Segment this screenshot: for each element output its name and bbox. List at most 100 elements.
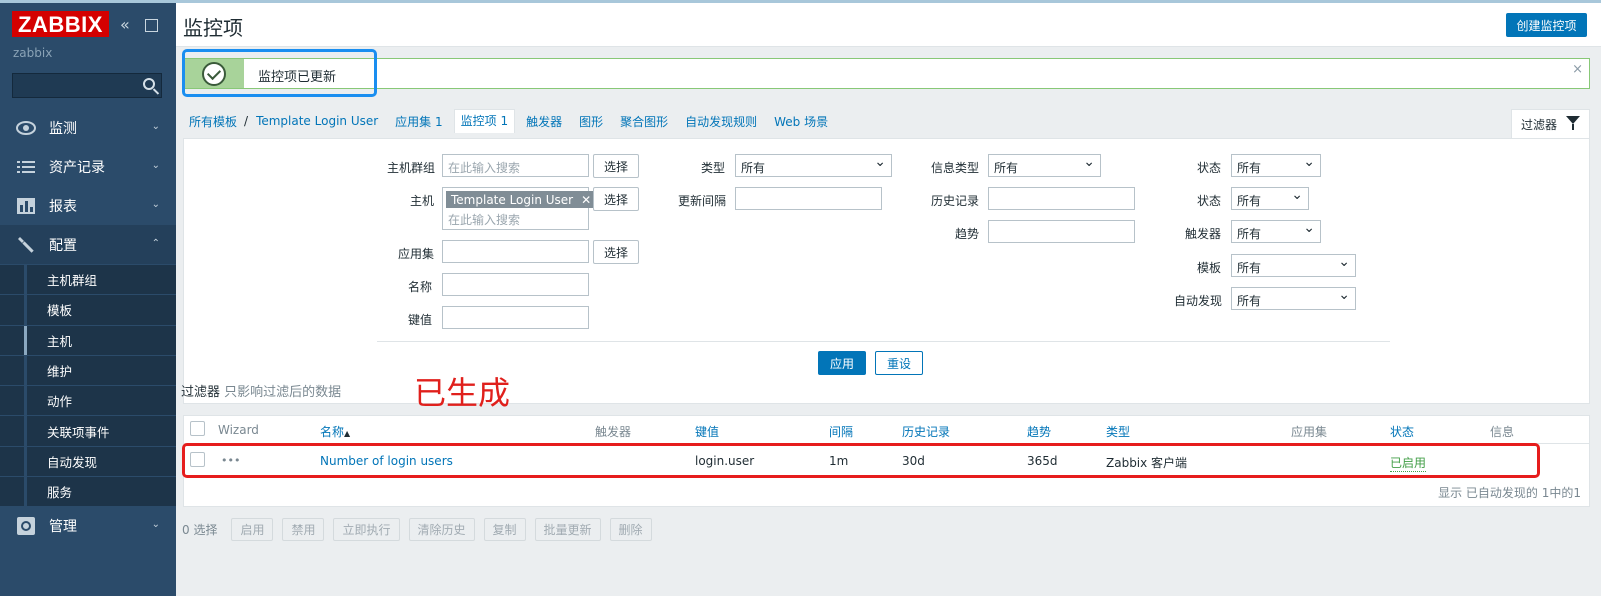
menu-inventory[interactable]: 资产记录 ⌄ [0, 147, 176, 186]
row-highlight-frame [182, 443, 1540, 478]
filter-tab-label: 过滤器 [1521, 117, 1558, 132]
submenu-actions[interactable]: 动作 [0, 385, 176, 416]
close-icon[interactable]: × [1572, 62, 1583, 77]
application-select-button[interactable]: 选择 [593, 240, 639, 264]
clear-history-button[interactable]: 清除历史 [408, 517, 475, 541]
tab-triggers[interactable]: 触发器 [526, 113, 562, 130]
template-label: 模板 [1197, 261, 1222, 275]
discovery-label: 自动发现 [1174, 294, 1223, 308]
template-select[interactable]: 所有 [1231, 254, 1356, 277]
disable-button[interactable]: 禁用 [282, 517, 325, 541]
key-input[interactable] [442, 306, 589, 329]
configuration-submenu: 主机群组 模板 主机 维护 动作 关联项事件 自动发现 服务 [0, 264, 176, 507]
col-interval[interactable]: 间隔 [829, 423, 853, 440]
submenu-maintenance[interactable]: 维护 [0, 354, 176, 386]
submenu-discovery[interactable]: 自动发现 [0, 445, 176, 477]
host-tag-label: Template Login User [451, 192, 574, 207]
menu-reports[interactable]: 报表 ⌄ [0, 186, 176, 225]
selected-count: 0 选择 [182, 522, 218, 537]
menu-label: 报表 [49, 198, 77, 215]
host-group-input[interactable]: 在此输入搜索 [442, 154, 589, 177]
sidebar-search-input[interactable] [12, 73, 162, 98]
list-icon [15, 158, 37, 176]
triggers-label: 触发器 [1185, 227, 1222, 241]
chevron-up-icon: ⌃ [151, 238, 160, 249]
col-type[interactable]: 类型 [1106, 423, 1130, 440]
col-trends[interactable]: 趋势 [1027, 423, 1051, 440]
col-status[interactable]: 状态 [1390, 423, 1414, 440]
state-select[interactable]: 所有 [1231, 154, 1321, 177]
interval-input[interactable] [735, 187, 882, 210]
col-triggers: 触发器 [595, 425, 632, 439]
breadcrumb-separator: / [244, 114, 249, 128]
zabbix-logo[interactable]: ZABBIX [12, 11, 109, 37]
trends-input[interactable] [988, 220, 1135, 243]
menu-label: 资产记录 [49, 159, 105, 176]
col-applications: 应用集 [1291, 425, 1328, 439]
kiosk-mode-icon[interactable] [145, 19, 158, 32]
name-label: 名称 [408, 280, 433, 294]
copy-button[interactable]: 复制 [483, 517, 526, 541]
highlight-frame [182, 49, 377, 97]
submenu-host-groups[interactable]: 主机群组 [0, 264, 176, 295]
filter-note-text: 只影响过滤后的数据 [224, 385, 342, 400]
search-icon[interactable] [143, 78, 155, 90]
history-input[interactable] [988, 187, 1135, 210]
col-name[interactable]: 名称▲ [320, 423, 350, 440]
tab-applications[interactable]: 应用集 1 [395, 113, 442, 130]
funnel-icon [1566, 116, 1580, 130]
col-key[interactable]: 键值 [695, 423, 719, 440]
check-now-button[interactable]: 立即执行 [333, 517, 400, 541]
menu-configuration[interactable]: 配置 ⌃ [0, 225, 176, 264]
host-label: 主机 [410, 194, 435, 208]
collapse-sidebar-icon[interactable]: « [120, 17, 130, 33]
tab-web-scenarios[interactable]: Web 场景 [774, 113, 828, 130]
trends-label: 趋势 [955, 227, 980, 241]
breadcrumb: 所有模板 / Template Login User 应用集 1 监控项 1 触… [189, 109, 845, 133]
annotation-text: 已生成 [414, 374, 511, 412]
page-header: 监控项 创建监控项 [176, 3, 1601, 47]
delete-button[interactable]: 删除 [609, 517, 652, 541]
submenu-event-correlation[interactable]: 关联项事件 [0, 415, 176, 447]
type-select[interactable]: 所有 [735, 154, 892, 177]
select-all-checkbox[interactable] [190, 421, 205, 436]
sidebar: ZABBIX « zabbix 监测 ⌄ 资产记录 ⌄ 报表 ⌄ 配置 ⌃ 主机… [0, 0, 176, 596]
mass-update-button[interactable]: 批量更新 [534, 517, 601, 541]
status-select[interactable]: 所有 [1231, 187, 1309, 210]
host-select-button[interactable]: 选择 [593, 187, 639, 211]
all-templates-link[interactable]: 所有模板 [189, 113, 237, 130]
history-label: 历史记录 [931, 194, 980, 208]
host-search-placeholder[interactable]: 在此输入搜索 [448, 211, 520, 228]
menu-administration[interactable]: 管理 ⌄ [0, 506, 176, 545]
remove-tag-icon[interactable]: ✕ [581, 193, 591, 207]
tab-items[interactable]: 监控项 1 [453, 109, 516, 133]
filter-note-title: 过滤器 [181, 385, 221, 400]
info-type-select[interactable]: 所有 [988, 154, 1101, 177]
filter-tab[interactable]: 过滤器 [1511, 109, 1590, 138]
apply-button[interactable]: 应用 [818, 351, 866, 375]
items-table: Wizard 名称▲ 触发器 键值 间隔 历史记录 趋势 类型 应用集 状态 信… [182, 415, 1590, 507]
bulk-actions: 0 选择 启用 禁用 立即执行 清除历史 复制 批量更新 删除 [182, 517, 661, 541]
discovery-select[interactable]: 所有 [1231, 287, 1356, 310]
tab-graphs[interactable]: 图形 [579, 113, 603, 130]
host-multiselect[interactable]: Template Login User ✕ 在此输入搜索 [442, 187, 597, 230]
submenu-services[interactable]: 服务 [0, 476, 176, 507]
submenu-hosts[interactable]: 主机 [0, 324, 176, 356]
triggers-select[interactable]: 所有 [1231, 220, 1321, 243]
host-group-select-button[interactable]: 选择 [593, 154, 639, 178]
col-history[interactable]: 历史记录 [902, 423, 950, 440]
chevron-down-icon: ⌄ [151, 519, 160, 531]
name-input[interactable] [442, 273, 589, 296]
tab-screens[interactable]: 聚合图形 [620, 113, 668, 130]
status-label: 状态 [1197, 194, 1222, 208]
tab-discovery-rules[interactable]: 自动发现规则 [685, 113, 757, 130]
create-item-button[interactable]: 创建监控项 [1506, 13, 1587, 37]
host-tag: Template Login User ✕ [446, 191, 597, 208]
menu-label: 监测 [49, 120, 77, 137]
menu-monitoring[interactable]: 监测 ⌄ [0, 108, 176, 147]
application-input[interactable] [442, 240, 589, 263]
enable-button[interactable]: 启用 [231, 517, 274, 541]
reset-button[interactable]: 重设 [875, 351, 923, 375]
submenu-templates[interactable]: 模板 [0, 294, 176, 325]
template-link[interactable]: Template Login User [256, 114, 378, 128]
